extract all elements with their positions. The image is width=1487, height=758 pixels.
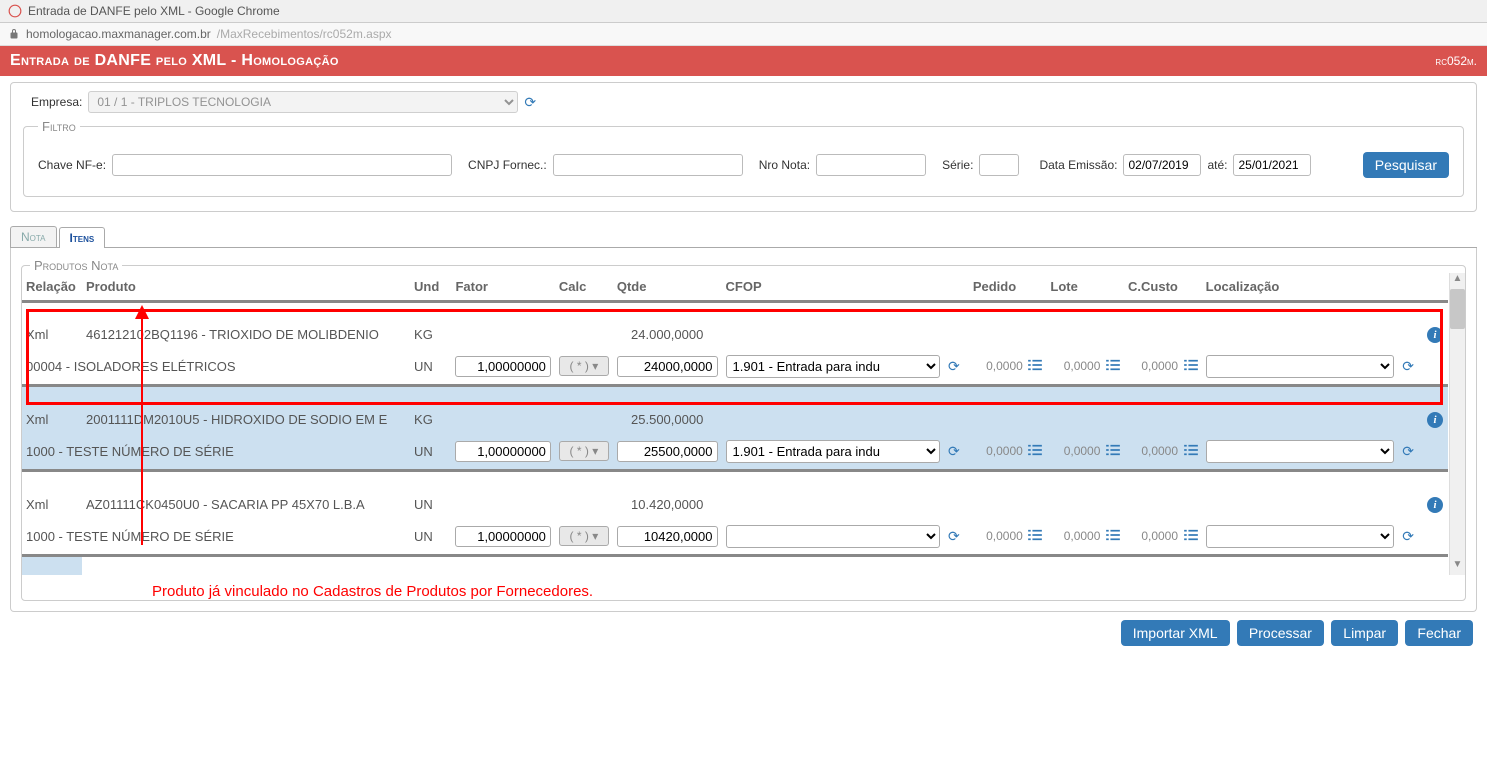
list-icon[interactable] bbox=[1184, 444, 1198, 459]
footer-buttons: Importar XML Processar Limpar Fechar bbox=[0, 612, 1487, 654]
url-host: homologacao.maxmanager.com.br bbox=[26, 27, 211, 41]
list-icon[interactable] bbox=[1184, 359, 1198, 374]
list-icon[interactable] bbox=[1028, 359, 1042, 374]
th-produto: Produto bbox=[82, 273, 410, 302]
th-pedido: Pedido bbox=[969, 273, 1047, 302]
th-lote: Lote bbox=[1046, 273, 1124, 302]
serie-input[interactable] bbox=[979, 154, 1019, 176]
localizacao-select[interactable] bbox=[1206, 525, 1395, 548]
window-title: Entrada de DANFE pelo XML - Google Chrom… bbox=[28, 4, 280, 18]
list-icon[interactable] bbox=[1184, 529, 1198, 544]
lock-icon bbox=[8, 28, 20, 40]
item-row: 1000 - TESTE NÚMERO DE SÉRIE UN ( * ) ▾ … bbox=[22, 519, 1448, 556]
chave-label: Chave NF-e: bbox=[38, 158, 106, 172]
list-icon[interactable] bbox=[1028, 444, 1042, 459]
chave-input[interactable] bbox=[112, 154, 452, 176]
list-icon[interactable] bbox=[1106, 529, 1120, 544]
produtos-grid: Relação Produto Und Fator Calc Qtde CFOP… bbox=[22, 273, 1448, 575]
fator-input[interactable] bbox=[455, 441, 550, 462]
data-de-input[interactable] bbox=[1123, 154, 1201, 176]
tab-itens[interactable]: Itens bbox=[59, 227, 106, 248]
qtde-input[interactable] bbox=[617, 356, 718, 377]
sync-icon[interactable]: ⟳ bbox=[948, 528, 960, 545]
sync-icon[interactable]: ⟳ bbox=[1402, 443, 1414, 460]
sync-icon[interactable]: ⟳ bbox=[1402, 358, 1414, 375]
sync-icon[interactable]: ⟳ bbox=[1402, 528, 1414, 545]
tab-panel-itens: Produtos Nota Relação Produto Und bbox=[10, 248, 1477, 612]
list-icon[interactable] bbox=[1106, 359, 1120, 374]
data-label: Data Emissão: bbox=[1039, 158, 1117, 172]
filtro-fieldset: Filtro Chave NF-e: CNPJ Fornec.: Nro Not… bbox=[23, 119, 1464, 197]
list-icon[interactable] bbox=[1028, 529, 1042, 544]
qtde-input[interactable] bbox=[617, 441, 718, 462]
limpar-button[interactable]: Limpar bbox=[1331, 620, 1398, 646]
localizacao-select[interactable] bbox=[1206, 355, 1395, 378]
xml-row: Xml 2001111DM2010U5 - HIDROXIDO DE SODIO… bbox=[22, 405, 1448, 434]
processar-button[interactable]: Processar bbox=[1237, 620, 1324, 646]
annotation-text: Produto já vinculado no Cadastros de Pro… bbox=[22, 575, 1465, 600]
th-und: Und bbox=[410, 273, 451, 302]
top-panel: Empresa: 01 / 1 - TRIPLOS TECNOLOGIA ⟳ F… bbox=[10, 82, 1477, 212]
serie-label: Série: bbox=[942, 158, 973, 172]
ate-label: até: bbox=[1207, 158, 1227, 172]
localizacao-select[interactable] bbox=[1206, 440, 1395, 463]
grid-wrapper: Relação Produto Und Fator Calc Qtde CFOP… bbox=[22, 273, 1465, 575]
importar-xml-button[interactable]: Importar XML bbox=[1121, 620, 1230, 646]
calc-button[interactable]: ( * ) ▾ bbox=[559, 441, 609, 461]
produtos-legend: Produtos Nota bbox=[30, 258, 122, 273]
cfop-select[interactable] bbox=[726, 525, 940, 548]
item-row: 00004 - ISOLADORES ELÉTRICOS UN ( * ) ▾ … bbox=[22, 349, 1448, 386]
data-ate-input[interactable] bbox=[1233, 154, 1311, 176]
th-calc: Calc bbox=[555, 273, 613, 302]
tabs: Nota Itens bbox=[10, 226, 1477, 248]
page-title: Entrada de DANFE pelo XML - Homologação bbox=[10, 52, 339, 70]
th-qtde: Qtde bbox=[613, 273, 722, 302]
item-row: 1000 - TESTE NÚMERO DE SÉRIE UN ( * ) ▾ … bbox=[22, 434, 1448, 471]
vertical-scrollbar[interactable]: ▲ ▼ bbox=[1449, 273, 1465, 575]
empresa-select[interactable]: 01 / 1 - TRIPLOS TECNOLOGIA bbox=[88, 91, 518, 113]
produtos-fieldset: Produtos Nota Relação Produto Und bbox=[21, 258, 1466, 601]
fator-input[interactable] bbox=[455, 356, 550, 377]
pesquisar-button[interactable]: Pesquisar bbox=[1363, 152, 1449, 178]
tab-nota[interactable]: Nota bbox=[10, 226, 57, 247]
info-icon[interactable]: i bbox=[1427, 497, 1443, 513]
th-ccusto: C.Custo bbox=[1124, 273, 1202, 302]
page-code: rc052m. bbox=[1435, 54, 1477, 68]
cnpj-label: CNPJ Fornec.: bbox=[468, 158, 547, 172]
url-path: /MaxRecebimentos/rc052m.aspx bbox=[217, 27, 392, 41]
cfop-select[interactable]: 1.901 - Entrada para indu bbox=[726, 355, 940, 378]
sync-icon[interactable]: ⟳ bbox=[948, 358, 960, 375]
fechar-button[interactable]: Fechar bbox=[1405, 620, 1473, 646]
calc-button[interactable]: ( * ) ▾ bbox=[559, 526, 609, 546]
window-titlebar: Entrada de DANFE pelo XML - Google Chrom… bbox=[0, 0, 1487, 23]
filtro-legend: Filtro bbox=[38, 119, 80, 134]
sync-icon[interactable]: ⟳ bbox=[948, 443, 960, 460]
cfop-select[interactable]: 1.901 - Entrada para indu bbox=[726, 440, 940, 463]
info-icon[interactable]: i bbox=[1427, 412, 1443, 428]
page-header: Entrada de DANFE pelo XML - Homologação … bbox=[0, 46, 1487, 76]
fator-input[interactable] bbox=[455, 526, 550, 547]
url-bar: homologacao.maxmanager.com.br/MaxRecebim… bbox=[0, 23, 1487, 46]
th-relacao: Relação bbox=[22, 273, 82, 302]
calc-button[interactable]: ( * ) ▾ bbox=[559, 356, 609, 376]
info-icon[interactable]: i bbox=[1427, 327, 1443, 343]
qtde-input[interactable] bbox=[617, 526, 718, 547]
xml-row: Xml AZ01111CK0450U0 - SACARIA PP 45X70 L… bbox=[22, 490, 1448, 519]
th-fator: Fator bbox=[451, 273, 554, 302]
empresa-refresh-icon[interactable]: ⟳ bbox=[524, 94, 536, 111]
empresa-label: Empresa: bbox=[31, 95, 82, 109]
nro-label: Nro Nota: bbox=[759, 158, 810, 172]
list-icon[interactable] bbox=[1106, 444, 1120, 459]
xml-row: Xml 461212102BQ1196 - TRIOXIDO DE MOLIBD… bbox=[22, 320, 1448, 349]
cnpj-input[interactable] bbox=[553, 154, 743, 176]
nro-input[interactable] bbox=[816, 154, 926, 176]
app-icon bbox=[8, 4, 22, 18]
th-loc: Localização bbox=[1202, 273, 1399, 302]
th-cfop: CFOP bbox=[722, 273, 944, 302]
